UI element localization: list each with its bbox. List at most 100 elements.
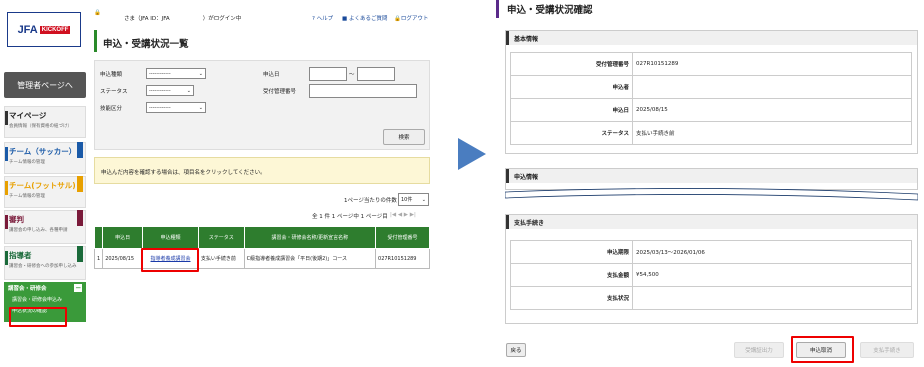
- status-select-value: ------------: [149, 87, 171, 94]
- accent-bar: [5, 181, 8, 195]
- sidebar-link-course-apply[interactable]: 講習会・研修会申込み: [4, 294, 86, 305]
- perpage-value: 10件: [401, 197, 413, 203]
- kv-value: 027R10151289: [632, 52, 912, 76]
- cell-recno: 027R10151289: [375, 248, 430, 269]
- help-link[interactable]: ? ヘルプ: [312, 14, 333, 22]
- kv-row: 支払状況: [510, 286, 912, 310]
- back-button[interactable]: 戻る: [506, 343, 526, 357]
- logo-area: JFA KICKOFF: [0, 0, 88, 60]
- type-select[interactable]: ------------ ⌄: [146, 68, 206, 79]
- accent-bar: [5, 111, 8, 125]
- sidebar-item-label: マイページ: [9, 111, 47, 120]
- recno-label: 受付管理番号: [263, 89, 297, 95]
- pager-nav-icons[interactable]: |◀ ◀ ▶ ▶|: [390, 212, 416, 218]
- logo-kickoff-text: KICKOFF: [39, 25, 71, 34]
- arrow-right-icon: [458, 138, 486, 170]
- bookmark-icon: [77, 176, 83, 192]
- section-header: 申込情報: [506, 169, 917, 183]
- kv-row: ステータス 支払い手続き前: [510, 121, 912, 145]
- help-label: ヘルプ: [316, 16, 334, 22]
- jfa-kickoff-logo[interactable]: JFA KICKOFF: [7, 12, 81, 47]
- detail-title: 申込・受講状況確認: [496, 0, 920, 18]
- kv-row: 支払金額 ¥54,500: [510, 263, 912, 287]
- date-to-input[interactable]: [357, 67, 395, 81]
- certificate-output-button[interactable]: 受講証出力: [734, 342, 784, 358]
- chevron-down-icon: ⌄: [186, 87, 191, 94]
- bookmark-icon: [77, 142, 83, 158]
- basic-info-table: 受付管理番号 027R10151289 申込者 申込日 2025/08/15 ステー…: [510, 52, 912, 145]
- perpage-select[interactable]: 10件 ⌄: [398, 193, 429, 206]
- kv-row: 申込期限 2025/03/13〜2026/01/06: [510, 240, 912, 264]
- section-title: 講習会・研修会: [8, 286, 47, 292]
- sidebar-item-mypage[interactable]: マイページ 会員情報（保有資格の紐づけ）: [4, 106, 86, 138]
- col-header: 講習会・研修会名称/更新宣言名称: [243, 226, 377, 249]
- section-header: 支払手続き: [506, 215, 917, 229]
- date-label: 申込日: [263, 72, 280, 78]
- sidebar-item-team-soccer[interactable]: チーム（サッカー） チーム情報の管理: [4, 142, 86, 174]
- sidebar-item-referee[interactable]: 審判 講習会の申し込み、各種申請: [4, 210, 86, 244]
- payment-procedure-button[interactable]: 支払手続き: [860, 342, 914, 358]
- sidebar-item-label: チーム(フットサル): [9, 181, 76, 190]
- sidebar-item-label: チーム（サッカー）: [9, 147, 77, 156]
- kv-row: 受付管理番号 027R10151289: [510, 52, 912, 76]
- date-from-input[interactable]: [309, 67, 347, 81]
- login-status: さま（JFA ID：JFA ）がログイン中: [124, 16, 242, 22]
- date-separator: ～: [349, 72, 355, 78]
- skill-select[interactable]: ------------ ⌄: [146, 102, 206, 113]
- col-header-no: [93, 226, 104, 249]
- kv-value: ¥54,500: [632, 263, 912, 287]
- search-button[interactable]: 検索: [383, 129, 425, 145]
- chevron-down-icon: ⌄: [198, 70, 203, 77]
- sidebar-item-sub: チーム情報の管理: [9, 194, 45, 199]
- accent-bar: [5, 251, 8, 265]
- type-label: 申込種類: [100, 72, 123, 78]
- search-form: 申込種類 ------------ ⌄ ステータス ------------ ⌄ 技…: [94, 60, 430, 150]
- cell-status: 支払い手続き前: [197, 248, 245, 269]
- type-select-value: ------------: [149, 70, 171, 77]
- highlight-box: [141, 248, 199, 272]
- sidebar-item-sub: チーム情報の管理: [9, 160, 45, 165]
- logout-link[interactable]: 🔒ログアウト: [394, 14, 428, 22]
- kv-value: 2025/03/13〜2026/01/06: [632, 240, 912, 264]
- notice-box: 申込んだ内容を確認する場合は、項目名をクリックしてください。: [94, 157, 430, 184]
- sidebar-item-sub: 会員情報（保有資格の紐づけ）: [9, 124, 72, 129]
- kv-value: 2025/08/15: [632, 98, 912, 122]
- pager-text: 全 1 件 1 ページ中 1 ページ目: [312, 214, 388, 220]
- kv-key: 支払金額: [510, 263, 633, 287]
- logo-jfa-text: JFA: [17, 23, 38, 36]
- sidebar-item-label: 指導者: [9, 251, 32, 260]
- bookmark-icon: [77, 246, 83, 262]
- kv-row: 申込者: [510, 75, 912, 99]
- status-label: ステータス: [100, 89, 128, 95]
- recno-input[interactable]: [309, 84, 417, 98]
- accent-bar: [5, 215, 8, 229]
- kv-value: 支払い手続き前: [632, 121, 912, 145]
- collapse-icon[interactable]: ー: [74, 284, 82, 292]
- page-title: 申込・受講状況一覧: [94, 30, 430, 52]
- kv-key: 申込日: [510, 98, 633, 122]
- faq-link[interactable]: ■ よくあるご質問: [342, 14, 387, 22]
- col-header: 申込日: [102, 226, 144, 249]
- accent-bar: [5, 147, 8, 161]
- payment-table: 申込期限 2025/03/13〜2026/01/06 支払金額 ¥54,500 支払…: [510, 240, 912, 310]
- cell-course-name: C級指導者養成講習会「平日(後期2)」コース: [243, 248, 377, 269]
- cell-date: 2025/08/15: [102, 248, 144, 269]
- cutoff-wave: [505, 188, 918, 201]
- lock-icon: 🔒: [94, 10, 101, 16]
- col-header: 申込種類: [142, 226, 199, 249]
- chevron-down-icon: ⌄: [198, 104, 203, 111]
- kv-value: [632, 286, 912, 310]
- perpage-label: 1ページ当たりの件数: [344, 198, 397, 204]
- table-header-row: 申込日 申込種類 ステータス 講習会・研修会名称/更新宣言名称 受付管理番号: [93, 226, 430, 249]
- kv-key: ステータス: [510, 121, 633, 145]
- sidebar-item-team-futsal[interactable]: チーム(フットサル) チーム情報の管理: [4, 176, 86, 208]
- highlight-box: [791, 336, 854, 363]
- section-header: 基本情報: [506, 31, 917, 45]
- admin-page-button[interactable]: 管理者ページへ: [4, 72, 86, 98]
- status-select[interactable]: ------------ ⌄: [146, 85, 194, 96]
- top-header: 🔒 さま（JFA ID：JFA ）がログイン中 ? ヘルプ ■ よくあるご質問 …: [94, 10, 434, 24]
- logout-label: ログアウト: [400, 16, 429, 22]
- sidebar-item-coach[interactable]: 指導者 講習会・研修会への参加申し込み: [4, 246, 86, 280]
- bookmark-icon: [77, 210, 83, 226]
- kv-key: 支払状況: [510, 286, 633, 310]
